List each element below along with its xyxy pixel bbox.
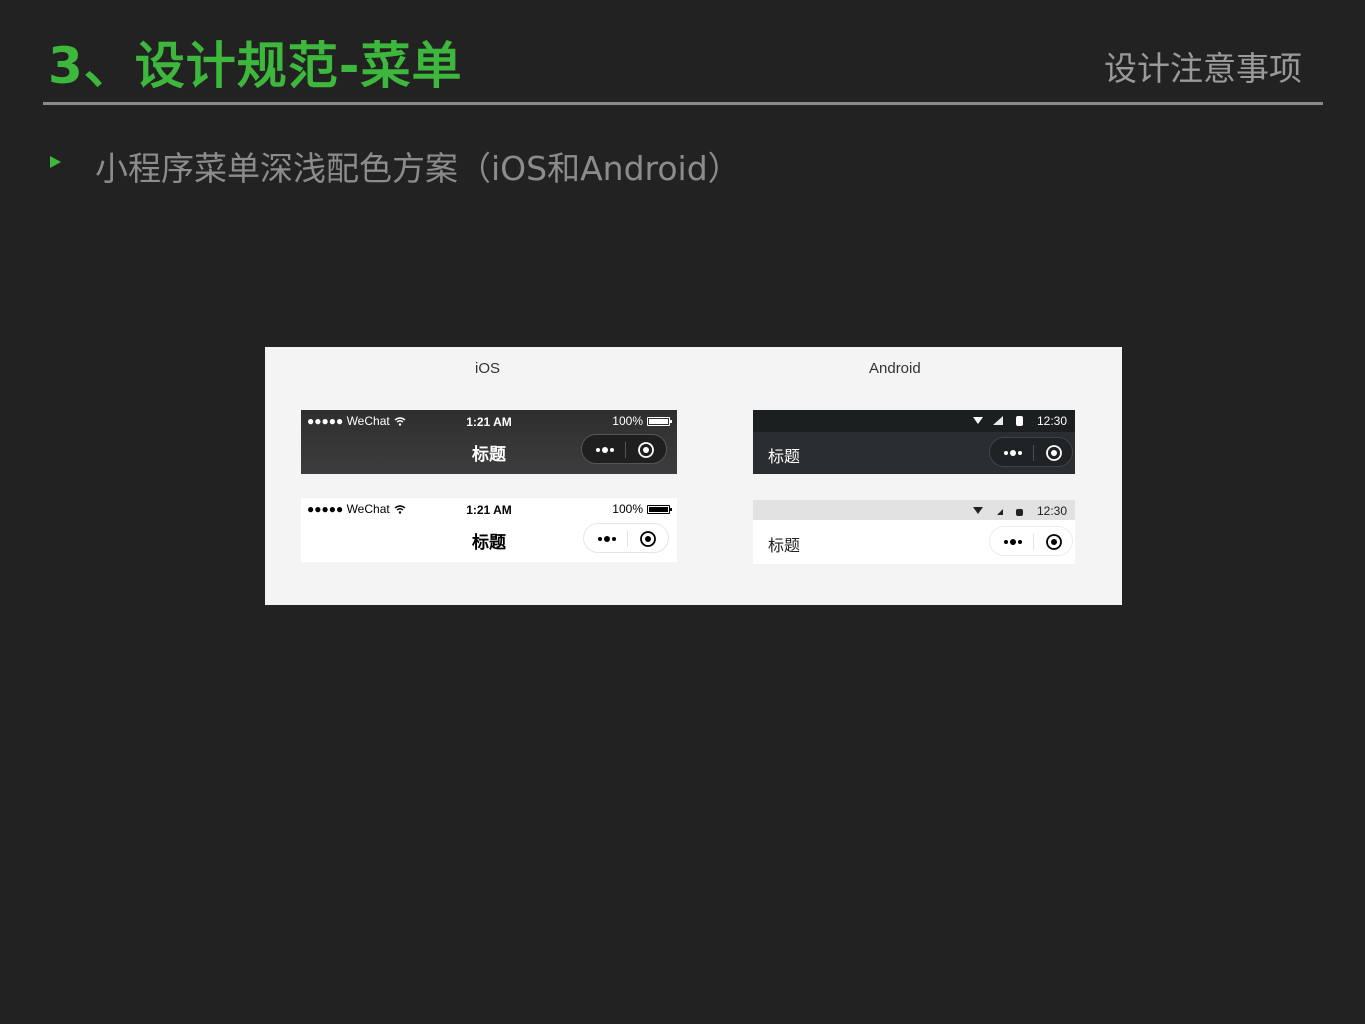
nav-title: 标题 (768, 449, 801, 466)
battery-icon (647, 505, 672, 514)
ios-column-label: iOS (475, 360, 501, 377)
menu-capsule[interactable] (581, 434, 667, 464)
status-time: 12:30 (1036, 414, 1067, 428)
close-icon[interactable] (637, 441, 655, 459)
capsule-divider (627, 531, 628, 547)
close-icon[interactable] (1045, 444, 1063, 462)
status-time: 12:30 (1036, 504, 1067, 518)
battery-percent: 100% (612, 414, 643, 428)
bullet-arrow-icon (50, 156, 61, 168)
signal-icon (973, 507, 1023, 516)
menu-capsule[interactable] (989, 526, 1073, 556)
menu-capsule[interactable] (583, 523, 669, 553)
more-icon[interactable] (1002, 536, 1024, 548)
menu-capsule[interactable] (989, 437, 1073, 467)
title-divider (43, 102, 1323, 105)
close-icon[interactable] (1045, 533, 1063, 551)
ios-light-navbar: ●●●●● WeChat 1:21 AM 100% 标题 (301, 498, 677, 562)
nav-title: 标题 (768, 538, 801, 555)
ios-dark-navbar: ●●●●● WeChat 1:21 AM 100% 标题 (301, 410, 677, 474)
more-icon[interactable] (594, 444, 616, 456)
capsule-divider (1033, 534, 1034, 550)
status-bar: 12:30 (753, 410, 1075, 432)
battery-percent: 100% (612, 502, 643, 516)
capsule-divider (625, 442, 626, 458)
capsule-divider (1033, 445, 1034, 461)
more-icon[interactable] (1002, 447, 1024, 459)
menu-color-panel: iOS Android ●●●●● WeChat 1:21 AM 100% 标题… (265, 347, 1122, 605)
more-icon[interactable] (596, 533, 618, 545)
bullet-text: 小程序菜单深浅配色方案（iOS和Android） (95, 149, 741, 188)
status-bar: 12:30 (753, 500, 1075, 520)
section-label: 设计注意事项 (1104, 49, 1302, 88)
battery-icon (647, 417, 672, 426)
signal-icon (973, 416, 1023, 426)
android-dark-navbar: 12:30 标题 (753, 410, 1075, 474)
android-column-label: Android (869, 360, 921, 377)
status-bar: ●●●●● WeChat 1:21 AM 100% (301, 498, 677, 520)
close-icon[interactable] (639, 530, 657, 548)
status-bar: ●●●●● WeChat 1:21 AM 100% (301, 410, 677, 432)
slide-title: 3、设计规范-菜单 (48, 37, 463, 95)
android-light-navbar: 12:30 标题 (753, 500, 1075, 564)
